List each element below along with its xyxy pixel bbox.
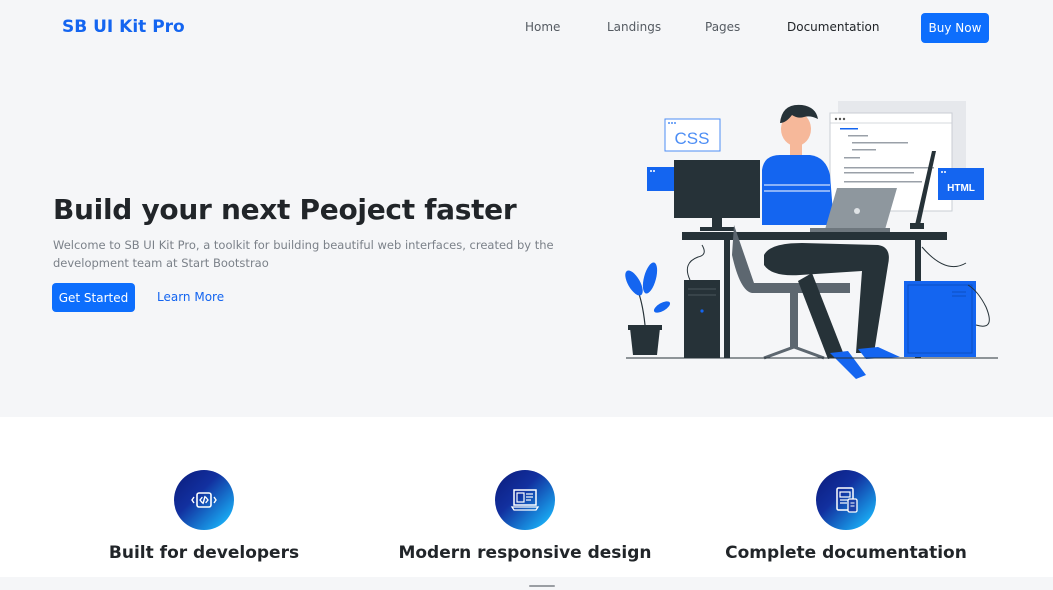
feature-title: Complete documentation — [725, 543, 967, 563]
desk — [682, 232, 947, 240]
feature-title: Modern responsive design — [398, 543, 652, 563]
buy-now-button[interactable]: Buy Now — [921, 13, 989, 43]
feature-complete-documentation: Complete documentation — [686, 470, 1006, 563]
feature-title: Built for developers — [108, 543, 300, 563]
feature-built-for-developers: Built for developers — [44, 470, 364, 563]
scroll-handle[interactable] — [529, 585, 555, 587]
html-label: HTML — [947, 183, 975, 194]
left-monitor — [674, 160, 760, 218]
responsive-design-icon — [495, 470, 555, 530]
pc-tower — [684, 280, 720, 358]
documentation-icon — [816, 470, 876, 530]
get-started-button[interactable]: Get Started — [52, 283, 135, 312]
person-shirt — [762, 155, 834, 225]
next-section-edge — [0, 577, 1053, 590]
code-icon — [174, 470, 234, 530]
navbar: SB UI Kit Pro Home Landings Pages Docume… — [0, 0, 1053, 56]
developer-illustration: CSS HTML — [625, 101, 998, 379]
hero-description: Welcome to SB UI Kit Pro, a toolkit for … — [53, 238, 554, 270]
hero-title: Build your next Peoject faster — [53, 193, 517, 226]
feature-modern-responsive-design: Modern responsive design — [365, 470, 685, 563]
plant-pot — [630, 328, 660, 355]
nav-link-pages[interactable]: Pages — [705, 20, 740, 34]
nav-link-landings[interactable]: Landings — [607, 20, 661, 34]
nav-link-home[interactable]: Home — [525, 20, 560, 34]
css-label: CSS — [675, 129, 710, 148]
learn-more-link[interactable]: Learn More — [157, 290, 224, 304]
nav-link-documentation[interactable]: Documentation — [787, 20, 880, 34]
brand-logo[interactable]: SB UI Kit Pro — [62, 17, 185, 37]
